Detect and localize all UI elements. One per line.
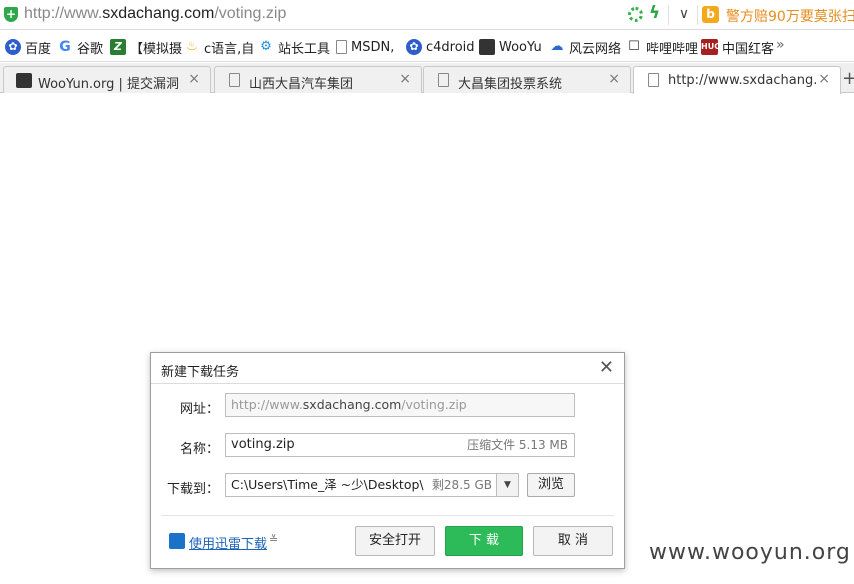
paw-icon: ✿	[406, 39, 422, 55]
url-input[interactable]: http://www.sxdachang.com/voting.zip	[24, 5, 286, 23]
bookmark-huc[interactable]: HUC 中国红客	[701, 38, 775, 57]
dialog-title: 新建下载任务	[161, 365, 240, 380]
bookmarks-bar: ✿ 百度 G 谷歌 Z 【模拟摄 ♨ c语言,自 ⚙ 站长工具 MSDN, ✿ c4droi…	[0, 31, 854, 62]
refresh-icon[interactable]	[628, 7, 643, 22]
chevron-down-icon[interactable]: ∨	[674, 3, 694, 25]
save-path-select[interactable]: C:\Users\Time_泽 ~少\Desktop\ 剩28.5 GB ▼	[225, 473, 519, 497]
tab-voting-zip[interactable]: http://www.sxdachang.com/voting.zip ×	[633, 66, 841, 94]
page-icon	[229, 73, 240, 87]
tab-label: http://www.sxdachang.com/voting.zip	[668, 73, 818, 88]
bookmark-simulator[interactable]: Z 【模拟摄	[110, 38, 183, 57]
bookmark-c4droid[interactable]: ✿ c4droid	[406, 38, 475, 56]
save-path: C:\Users\Time_泽 ~少\Desktop\	[231, 477, 424, 492]
bookmark-msdn[interactable]: MSDN,	[336, 38, 394, 56]
bookmark-wooyun[interactable]: WooYu	[479, 38, 542, 56]
close-icon[interactable]: ×	[608, 71, 620, 87]
page-icon	[438, 73, 449, 87]
file-name: voting.zip	[231, 437, 295, 452]
chevron-down-icon[interactable]: ▼	[496, 474, 518, 496]
tab-bar: WooYun.org | 提交漏洞 × 山西大昌汽车集团 × 大昌集团投票系统 …	[0, 63, 854, 94]
cancel-button[interactable]: 取 消	[533, 526, 613, 556]
browse-button[interactable]: 浏览	[527, 473, 575, 497]
name-label: 名称：	[179, 442, 219, 457]
bookmark-webmaster-tools[interactable]: ⚙ 站长工具	[258, 38, 331, 57]
bookmark-label: 站长工具	[278, 41, 331, 57]
bookmark-google[interactable]: G 谷歌	[57, 38, 104, 57]
bookmark-label: 风云网络	[569, 41, 622, 57]
tab-label: 山西大昌汽车集团	[249, 77, 354, 92]
safe-open-button[interactable]: 安全打开	[355, 526, 435, 556]
security-shield-icon[interactable]: +	[4, 7, 18, 22]
doc-icon	[336, 40, 347, 54]
close-icon[interactable]: ×	[818, 71, 830, 87]
divider	[697, 5, 698, 25]
chevron-down-double-icon[interactable]: ≚	[269, 533, 278, 546]
download-url-field[interactable]: http://www.sxdachang.com/voting.zip	[225, 393, 575, 417]
wooyun-icon	[479, 39, 495, 55]
url-label: 网址：	[179, 402, 219, 417]
bookmark-label: 谷歌	[77, 41, 104, 57]
tab-label: 大昌集团投票系统	[458, 77, 563, 92]
bookmark-label: c4droid	[426, 39, 475, 55]
bookmark-c-language[interactable]: ♨ c语言,自	[184, 38, 255, 57]
bookmark-label: 哔哩哔哩	[646, 41, 699, 57]
bookmark-fengyun[interactable]: ☁ 风云网络	[549, 38, 622, 57]
tab-voting-system[interactable]: 大昌集团投票系统 ×	[423, 66, 631, 93]
path-label: 下载到：	[166, 482, 219, 497]
huc-icon: HUC	[701, 39, 720, 55]
search-suggestion[interactable]: 警方赔90万要莫张扫	[726, 6, 854, 26]
bookmark-label: 中国红客	[722, 41, 775, 57]
bookmark-baidu[interactable]: ✿ 百度	[5, 38, 52, 57]
bookmark-label: 【模拟摄	[130, 41, 183, 57]
lightning-icon[interactable]: ϟ	[649, 3, 660, 23]
bulb-icon: ♨	[186, 39, 198, 54]
url-prefix: http://www.	[231, 397, 303, 412]
paw-icon: ✿	[5, 39, 21, 55]
close-icon[interactable]: ×	[188, 71, 200, 87]
wooyun-icon	[16, 73, 32, 88]
cloud-icon: ☁	[550, 39, 564, 54]
google-icon: G	[59, 39, 71, 55]
free-space: 剩28.5 GB	[431, 478, 492, 492]
url-prefix: http://www.	[24, 5, 103, 22]
bookmark-label: c语言,自	[204, 41, 255, 57]
tool-icon: ⚙	[260, 39, 272, 54]
close-icon[interactable]: ×	[399, 71, 411, 87]
page-icon	[648, 73, 659, 87]
url-path: /voting.zip	[214, 5, 287, 22]
url-host: sxdachang.com	[302, 397, 402, 412]
z-icon: Z	[110, 39, 126, 55]
xunlei-download-link[interactable]: 使用迅雷下载	[189, 533, 267, 552]
file-name-field[interactable]: voting.zip 压缩文件 5.13 MB	[225, 433, 575, 457]
file-meta: 压缩文件 5.13 MB	[467, 438, 568, 452]
download-dialog: 新建下载任务 ✕ 网址： http://www.sxdachang.com/vo…	[150, 352, 625, 569]
url-host: sxdachang.com	[102, 5, 215, 22]
bookmark-label: 百度	[25, 41, 52, 57]
chevron-right-double-icon[interactable]: »	[776, 37, 785, 53]
watermark: www.wooyun.org	[649, 540, 851, 565]
divider	[161, 515, 614, 516]
search-engine-icon[interactable]: b	[702, 6, 719, 23]
divider	[668, 5, 669, 25]
tab-wooyun[interactable]: WooYun.org | 提交漏洞 ×	[3, 66, 211, 93]
download-button[interactable]: 下 载	[445, 526, 523, 556]
new-tab-icon[interactable]: +	[842, 68, 854, 89]
tab-label: WooYun.org | 提交漏洞	[38, 77, 180, 92]
xunlei-icon	[169, 533, 185, 549]
address-bar: + http://www.sxdachang.com/voting.zip ϟ …	[0, 0, 854, 30]
bookmark-bilibili[interactable]: ☐ 哔哩哔哩	[626, 38, 699, 57]
close-icon[interactable]: ✕	[599, 357, 614, 378]
divider	[151, 383, 624, 384]
tab-shanxi-dachang[interactable]: 山西大昌汽车集团 ×	[214, 66, 422, 93]
bookmark-label: WooYu	[499, 39, 542, 55]
tv-icon: ☐	[628, 39, 640, 54]
url-path: /voting.zip	[401, 397, 467, 412]
bookmark-label: MSDN,	[351, 39, 395, 55]
